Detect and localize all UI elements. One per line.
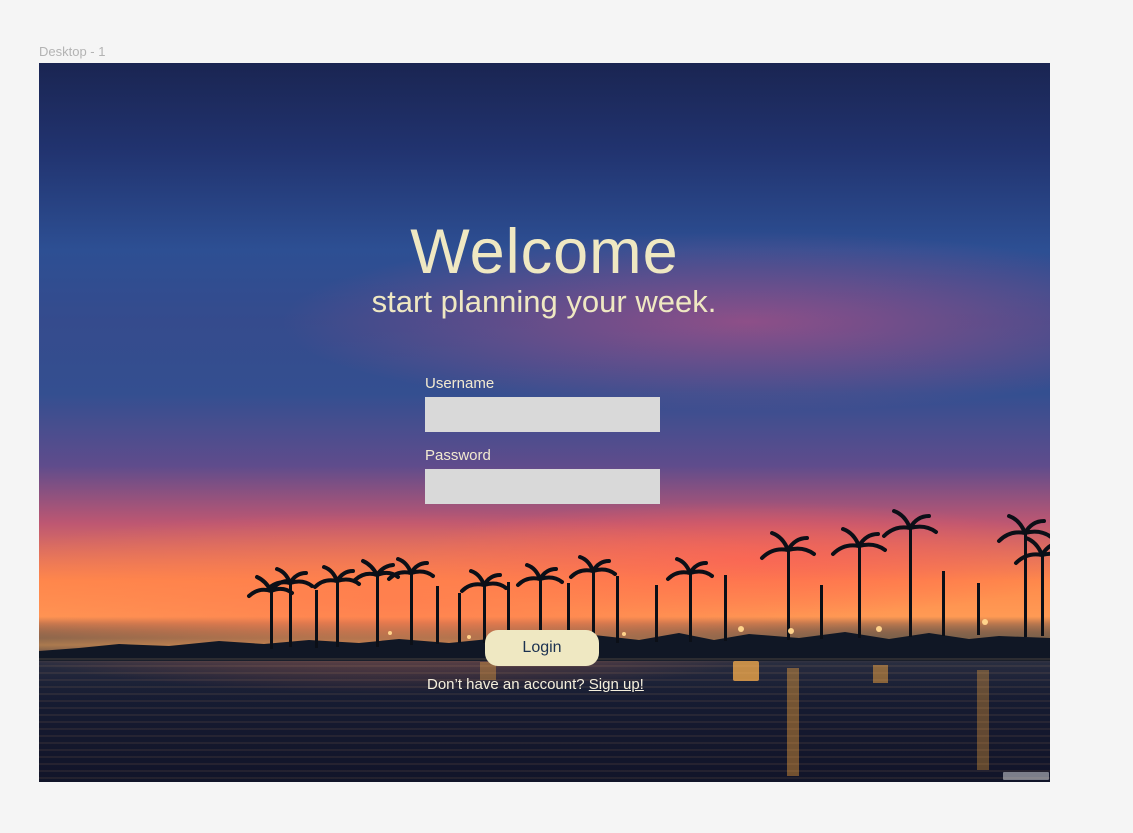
welcome-subtitle: start planning your week. bbox=[371, 284, 717, 319]
username-label: Username bbox=[425, 375, 495, 392]
username-input[interactable] bbox=[425, 397, 660, 432]
password-input[interactable] bbox=[425, 469, 660, 504]
login-button[interactable]: Login bbox=[485, 630, 599, 666]
desktop-frame: Welcome start planning your week. Userna… bbox=[39, 63, 1050, 782]
design-canvas: Desktop - 1 Welcome start planning your … bbox=[0, 0, 1133, 833]
watermark-logo bbox=[1003, 772, 1049, 780]
frame-title: Desktop - 1 bbox=[39, 44, 106, 59]
signup-prompt-text: Don’t have an account? bbox=[427, 676, 585, 693]
signup-link[interactable]: Sign up! bbox=[589, 676, 644, 693]
welcome-title: Welcome bbox=[410, 217, 679, 287]
password-label: Password bbox=[425, 447, 491, 464]
signup-prompt-row: Don’t have an account? Sign up! bbox=[427, 676, 682, 694]
